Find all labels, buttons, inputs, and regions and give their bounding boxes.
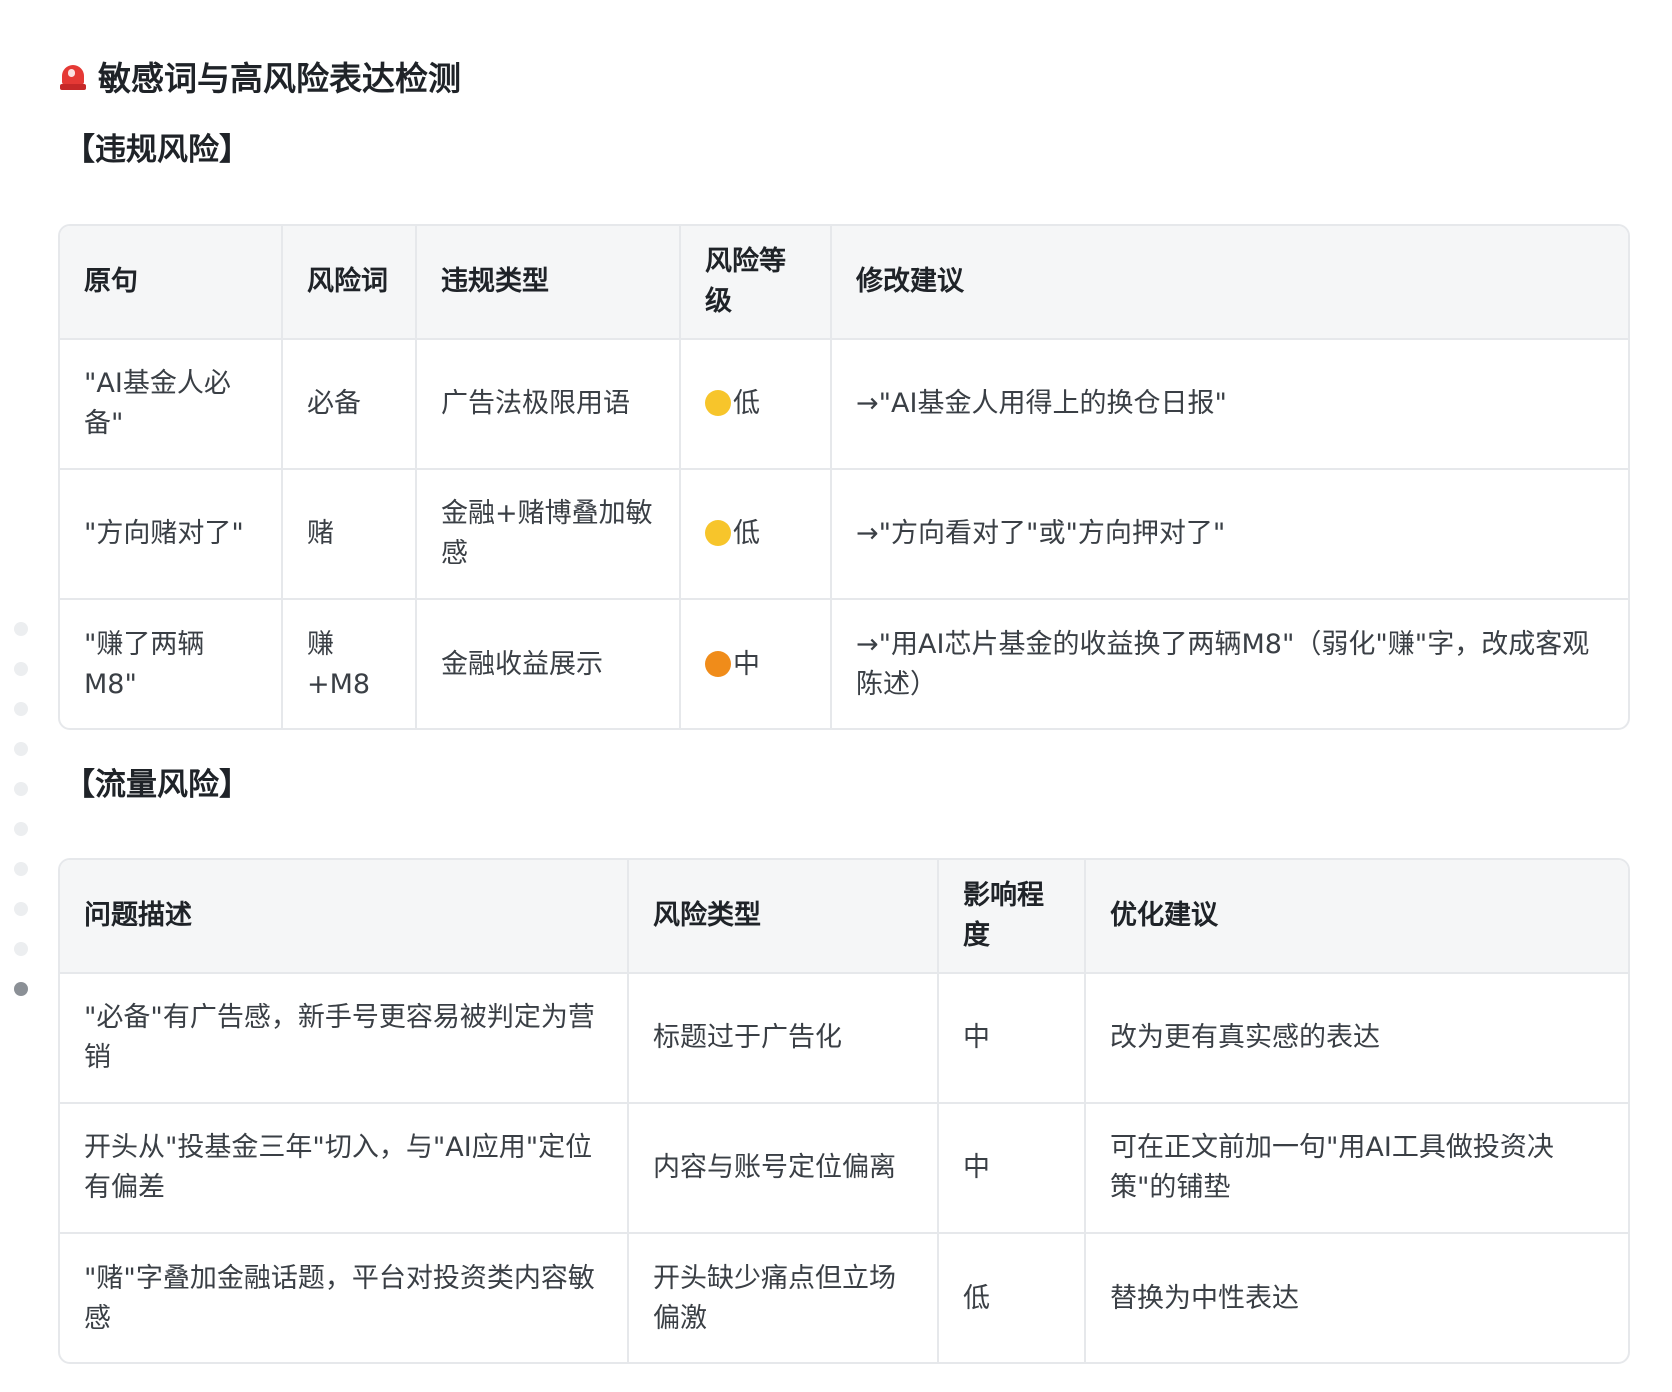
- impact-cell: 中: [938, 973, 1086, 1104]
- suggestion-cell: →"AI基金人用得上的换仓日报": [831, 339, 1628, 470]
- original-cell: "AI基金人必备": [60, 339, 283, 470]
- nav-dot[interactable]: [14, 742, 28, 756]
- original-cell: "方向赌对了": [60, 469, 283, 600]
- page-heading-text: 敏感词与高风险表达检测: [98, 59, 461, 98]
- nav-dot[interactable]: [14, 782, 28, 796]
- column-header: 风险类型: [628, 860, 939, 974]
- column-header: 影响程度: [938, 860, 1086, 974]
- risk-level-cell: 低: [680, 339, 832, 470]
- column-header: 修改建议: [831, 226, 1628, 340]
- column-header: 风险词: [282, 226, 417, 340]
- suggestion-cell: 替换为中性表达: [1110, 1282, 1299, 1314]
- original-cell: "赚了两辆M8": [60, 599, 283, 728]
- nav-dot[interactable]: [14, 902, 28, 916]
- table-row: "必备"有广告感，新手号更容易被判定为营销 标题过于广告化 中 改为更有真实感的…: [60, 973, 1628, 1104]
- table-row: "方向赌对了" 赌 金融+赌博叠加敏感 低 →"方向看对了"或"方向押对了": [60, 469, 1628, 600]
- orange-circle-icon: [705, 650, 731, 677]
- risk-word-cell: 赌: [282, 469, 417, 600]
- risk-level-text: 低: [733, 518, 760, 549]
- traffic-section-title: 【流量风险】: [64, 767, 250, 803]
- description-cell: "必备"有广告感，新手号更容易被判定为营销: [60, 973, 629, 1104]
- risk-word-cell: 赚+M8: [282, 599, 417, 728]
- description-cell: 开头从"投基金三年"切入，与"AI应用"定位有偏差: [60, 1103, 629, 1234]
- yellow-circle-icon: [705, 520, 731, 546]
- document-page: 敏感词与高风险表达检测 【违规风险】 原句 风险词 违规类型 风险等级 修改建议…: [0, 0, 1672, 1392]
- yellow-circle-icon: [705, 390, 731, 416]
- column-header: 原句: [60, 226, 283, 340]
- suggestion-cell: 改为更有真实感的表达: [1085, 973, 1628, 1104]
- impact-cell: 低: [938, 1233, 1086, 1362]
- impact-cell: 中: [938, 1103, 1086, 1234]
- violation-section-title: 【违规风险】: [64, 132, 250, 168]
- risk-type-cell: 标题过于广告化: [628, 973, 939, 1104]
- table-row: "赌"字叠加金融话题，平台对投资类内容敏感 开头缺少痛点但立场偏激 低 替换为中…: [60, 1233, 1628, 1362]
- section-nav: [14, 622, 30, 1022]
- nav-dot-active[interactable]: [14, 982, 28, 996]
- table-header-row: 原句 风险词 违规类型 风险等级 修改建议: [60, 226, 1628, 340]
- description-cell: "赌"字叠加金融话题，平台对投资类内容敏感: [60, 1233, 629, 1362]
- table-row: "赚了两辆M8" 赚+M8 金融收益展示 中 →"用AI芯片基金的收益换了两辆M…: [60, 599, 1628, 728]
- violation-type-cell: 金融+赌博叠加敏感: [416, 469, 681, 600]
- suggestion-cell: →"方向看对了"或"方向押对了": [831, 469, 1628, 600]
- risk-type-cell: 开头缺少痛点但立场偏激: [628, 1233, 939, 1362]
- violation-table: 原句 风险词 违规类型 风险等级 修改建议 "AI基金人必备" 必备 广告法极限…: [58, 224, 1630, 730]
- page-heading: 敏感词与高风险表达检测: [60, 52, 461, 100]
- column-header: 风险等级: [680, 226, 832, 340]
- nav-dot[interactable]: [14, 862, 28, 876]
- nav-dot[interactable]: [14, 942, 28, 956]
- nav-dot[interactable]: [14, 662, 28, 676]
- table-row: 开头从"投基金三年"切入，与"AI应用"定位有偏差 内容与账号定位偏离 中 可在…: [60, 1103, 1628, 1234]
- suggestion-cell: →"用AI芯片基金的收益换了两辆M8"（弱化"赚"字，改成客观陈述）: [856, 628, 1590, 700]
- risk-level-text: 低: [733, 388, 760, 419]
- risk-word-cell: 必备: [282, 339, 417, 470]
- risk-level-text: 中: [733, 648, 760, 680]
- table-header-row: 问题描述 风险类型 影响程度 优化建议: [60, 860, 1628, 974]
- violation-type-cell: 广告法极限用语: [416, 339, 681, 470]
- table-row: "AI基金人必备" 必备 广告法极限用语 低 →"AI基金人用得上的换仓日报": [60, 339, 1628, 470]
- violation-type-cell: 金融收益展示: [416, 599, 681, 728]
- risk-level-cell: 低: [680, 469, 832, 600]
- risk-level-cell: 中: [680, 599, 832, 728]
- risk-type-cell: 内容与账号定位偏离: [628, 1103, 939, 1234]
- column-header: 违规类型: [416, 226, 681, 340]
- nav-dot[interactable]: [14, 622, 28, 636]
- nav-dot[interactable]: [14, 702, 28, 716]
- column-header: 优化建议: [1085, 860, 1628, 974]
- traffic-table: 问题描述 风险类型 影响程度 优化建议 "必备"有广告感，新手号更容易被判定为营…: [58, 858, 1630, 1364]
- siren-icon: [60, 61, 86, 91]
- suggestion-cell: 可在正文前加一句"用AI工具做投资决策"的铺垫: [1085, 1103, 1628, 1234]
- column-header: 问题描述: [60, 860, 629, 974]
- nav-dot[interactable]: [14, 822, 28, 836]
